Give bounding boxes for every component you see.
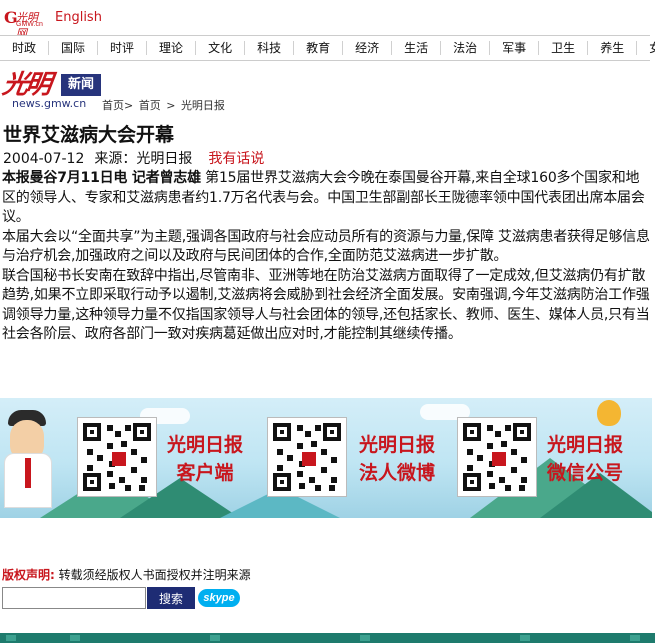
article-date: 2004-07-12 [3,151,85,167]
nav-item[interactable]: 教育 [294,41,344,55]
logo-sub: GMW.cn [16,21,43,28]
nav-item[interactable]: 国际 [49,41,99,55]
nav-item[interactable]: 军事 [490,41,540,55]
brand-row: 光明 新闻 news.gmw.cn 首页> 首页 > 光明日报 [0,62,650,116]
paragraph-3: 联合国秘书长安南在致辞中指出,尽管南非、亚洲等地在防治艾滋病方面取得了一定成效,… [2,267,650,343]
gmw-logo[interactable]: G 光明网 GMW.cn [4,8,48,40]
copyright-label: 版权声明: [2,568,55,582]
app-promo-banner[interactable]: 光明日报 客户端 光明日报 法人微博 光明日报 微信公号 [0,398,652,518]
search-button[interactable]: 搜索 [147,587,195,609]
qr-code-icon[interactable] [458,418,536,496]
balloon-icon [597,400,621,426]
nav-item[interactable]: 法治 [441,41,491,55]
nav-item[interactable]: 经济 [343,41,393,55]
banner-label-line2: 客户端 [176,462,234,484]
nav-item[interactable]: 时评 [98,41,148,55]
article-source: 来源：光明日报 [94,151,193,167]
english-link[interactable]: English [55,10,102,25]
banner-label-line2: 法人微博 [358,462,435,484]
article-lead: 本报曼谷7月11日电 记者曾志雄 [2,170,201,186]
banner-label-line1: 光明日报 [166,434,243,456]
news-badge[interactable]: 新闻 [61,74,101,96]
banner-label-line1: 光明日报 [358,434,435,456]
article-title: 世界艾滋病大会开幕 [3,124,175,146]
breadcrumb-section[interactable]: 光明日报 [181,99,225,112]
nav-item[interactable]: 女人 [637,41,655,55]
qr-code-icon[interactable] [268,418,346,496]
banner-label-line2: 微信公号 [546,462,623,484]
article-meta: 2004-07-12 来源：光明日报 我有话说 [3,148,264,168]
qr-code-icon[interactable] [78,418,156,496]
paragraph-2: 本届大会以“全面共享”为主题,强调各国政府与社会应动员所有的资源与力量,保障 艾… [2,228,650,265]
article-body: 本报曼谷7月11日电 记者曾志雄 第15届世界艾滋病大会今晚在泰国曼谷开幕,来自… [2,169,652,345]
copyright-text: 转载须经版权人书面授权并注明来源 [58,568,251,582]
top-bar: G 光明网 GMW.cn English [0,0,655,40]
skype-icon[interactable]: skype [198,589,240,607]
breadcrumb: 首页> 首页 > 光明日报 [102,97,227,113]
search-input[interactable] [2,587,146,609]
nav-item[interactable]: 养生 [588,41,638,55]
breadcrumb-home-2[interactable]: 首页 [139,99,161,112]
nav-item[interactable]: 文化 [196,41,246,55]
banner-label-line1: 光明日报 [546,434,623,456]
banner-label: 光明日报 微信公号 [540,431,630,487]
nav-item[interactable]: 卫生 [539,41,589,55]
paragraph-1: 本报曼谷7月11日电 记者曾志雄 第15届世界艾滋病大会今晚在泰国曼谷开幕,来自… [2,169,652,228]
banner-label: 光明日报 客户端 [160,431,250,487]
nav-item[interactable]: 时政 [0,41,50,55]
breadcrumb-separator: > [166,99,176,112]
comment-link[interactable]: 我有话说 [208,151,264,167]
channel-nav: 时政国际时评理论文化科技教育经济生活法治军事卫生养生女人 [0,35,655,61]
taskbar [0,633,655,643]
brand-logo[interactable]: 光明 [0,64,51,101]
nav-item[interactable]: 生活 [392,41,442,55]
site-domain: news.gmw.cn [12,97,87,110]
nav-item[interactable]: 科技 [245,41,295,55]
copyright-notice: 版权声明: 转载须经版权人书面授权并注明来源 [2,566,251,583]
nav-item[interactable]: 理论 [147,41,197,55]
breadcrumb-home[interactable]: 首页> [102,99,133,112]
banner-label: 光明日报 法人微博 [352,431,442,487]
